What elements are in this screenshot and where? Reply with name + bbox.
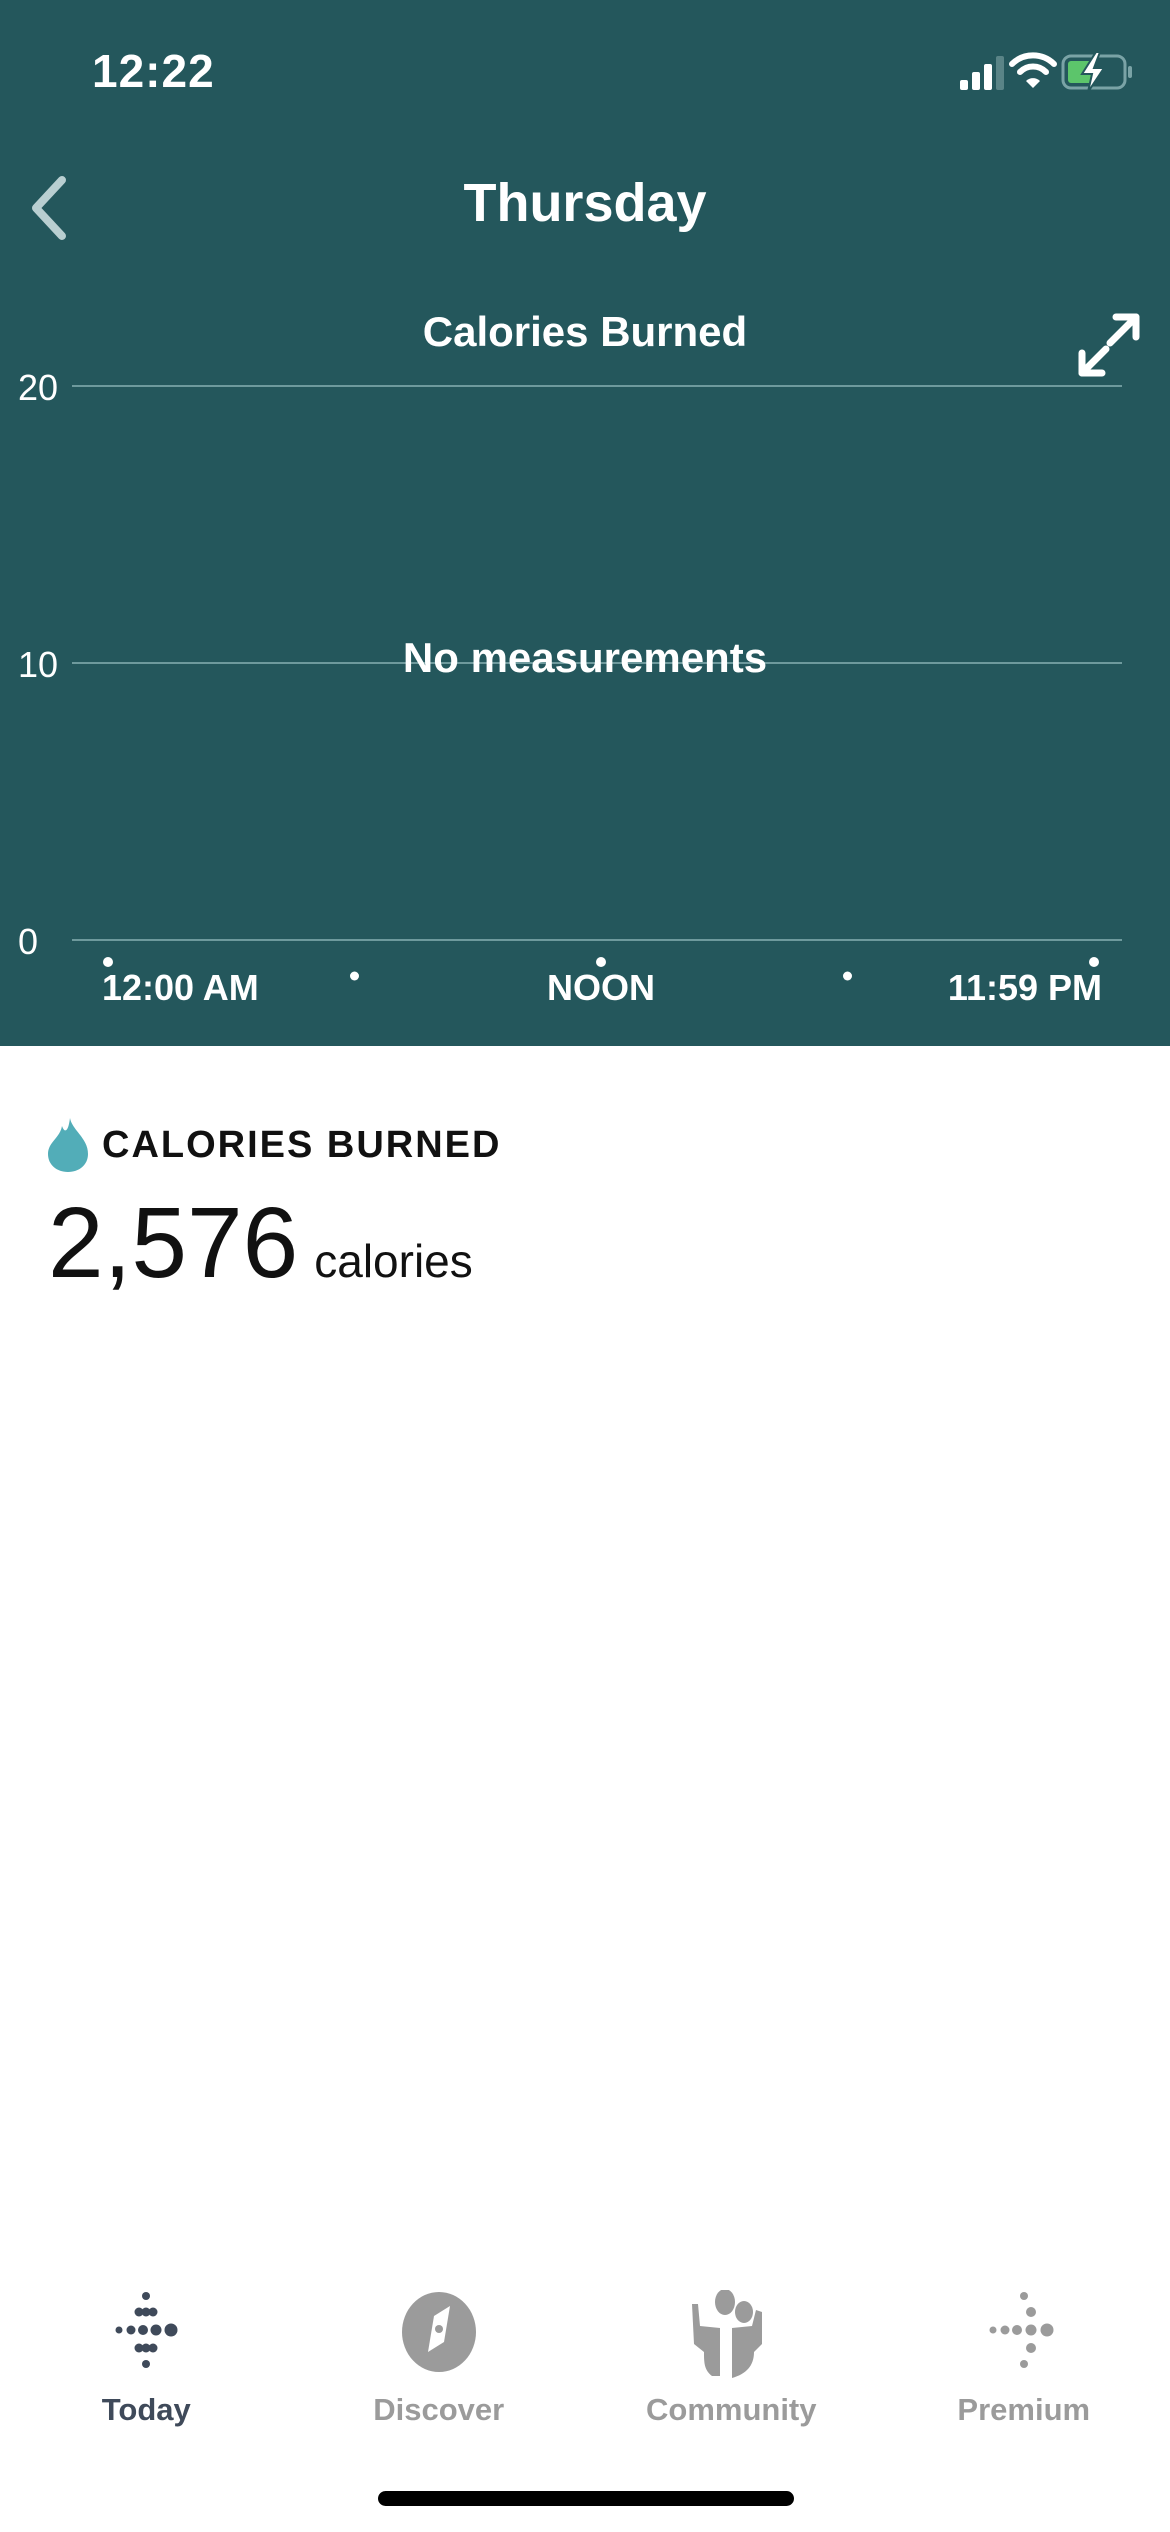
x-tick-label: 11:59 PM [948, 967, 1102, 1008]
x-tick-marker [1089, 957, 1099, 967]
calories-metric: CALORIES BURNED 2,576 calories [48, 1118, 501, 1301]
chart-title: Calories Burned [422, 308, 748, 355]
tab-label: Today [101, 2392, 191, 2427]
tab-community[interactable]: Community [585, 2290, 878, 2450]
home-indicator [378, 2491, 794, 2506]
signal-bar [984, 64, 992, 90]
tab-discover[interactable]: Discover [293, 2290, 586, 2450]
status-time: 12:22 [92, 45, 215, 97]
signal-bar [960, 80, 968, 90]
chart: 0102012:00 AM NOON 11:59 PM [18, 367, 1122, 1008]
x-tick-marker [843, 971, 852, 981]
tab-label: Discover [373, 2392, 505, 2427]
fitbit-logo-icon [115, 2292, 178, 2368]
signal-bar [996, 56, 1004, 90]
x-tick-marker [596, 957, 606, 967]
y-tick-label: 20 [18, 367, 58, 408]
signal-icon [960, 56, 1004, 90]
y-tick-label: 0 [18, 921, 38, 962]
tab-premium[interactable]: Premium [878, 2290, 1170, 2450]
premium-dots-icon [989, 2292, 1054, 2368]
page-title: Thursday [463, 173, 707, 233]
x-tick-marker [103, 957, 113, 967]
x-tick-marker [350, 971, 359, 981]
tab-label: Premium [957, 2392, 1091, 2427]
compass-icon [401, 2292, 476, 2372]
status-icons [960, 52, 1132, 92]
no-measurements-message: No measurements [402, 634, 768, 681]
tab-label: Community [646, 2392, 817, 2427]
header: 12:22 Thursday Calories Burned 0 10 20 12:0… [0, 0, 1170, 1046]
tab-bar: Today Discover Community Premium [0, 2290, 1170, 2450]
charging-bolt-icon [1080, 52, 1106, 92]
metric-value: 2,576 [48, 1187, 299, 1299]
metric-label: CALORIES BURNED [102, 1123, 502, 1166]
battery-icon [1061, 52, 1132, 92]
x-tick-label: 12:00 AM [102, 967, 259, 1008]
flame-icon [48, 1118, 88, 1172]
signal-bar [972, 72, 980, 90]
wifi-icon [1009, 52, 1057, 88]
metric-unit: calories [314, 1235, 473, 1287]
community-icon [692, 2290, 763, 2378]
x-tick-label: NOON [547, 967, 655, 1008]
tab-today[interactable]: Today [0, 2290, 293, 2450]
